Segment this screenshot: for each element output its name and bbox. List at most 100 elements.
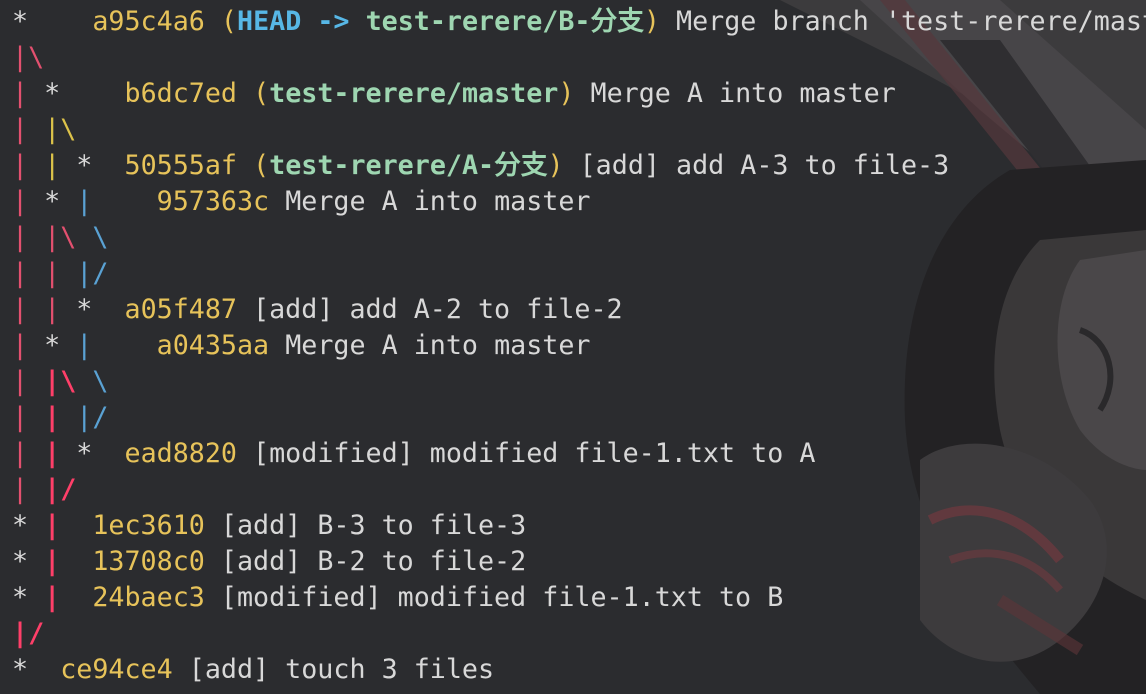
graph-edge: |/ — [76, 402, 109, 433]
graph-edge: | — [12, 114, 45, 145]
commit-hash: a05f487 — [124, 294, 237, 325]
commit-graph: * — [12, 6, 76, 37]
commit-line: | | * a05f487 [add] add A-2 to file-2 — [12, 292, 623, 328]
commit-graph: |\ — [12, 42, 44, 73]
graph-edge: | — [12, 330, 45, 361]
commit-graph: | | |/ — [12, 402, 108, 433]
commit-node: * — [44, 186, 77, 217]
graph-edge: | — [44, 258, 77, 289]
branch-ref: test-rerere/B-分支 — [365, 6, 644, 37]
graph-edge: | — [44, 546, 77, 577]
commit-line: | | * ead8820 [modified] modified file-1… — [12, 436, 815, 472]
graph-edge — [28, 6, 76, 37]
graph-edge: |/ — [44, 474, 77, 505]
graph-edge: | — [12, 150, 45, 181]
graph-edge: | — [12, 438, 45, 469]
graph-edge: | — [44, 510, 77, 541]
graph-edge: |\ — [44, 114, 77, 145]
commit-node: * — [76, 438, 109, 469]
graph-edge: | — [44, 402, 77, 433]
refs-close-paren: ) — [547, 150, 564, 181]
graph-edge: | — [12, 78, 45, 109]
graph-line: | |\ — [12, 112, 76, 148]
graph-edge: | — [12, 258, 45, 289]
graph-edge: | — [12, 222, 45, 253]
graph-edge: | — [12, 402, 45, 433]
graph-edge: | — [12, 366, 45, 397]
commit-graph: |/ — [12, 618, 44, 649]
refs-close-paren: ) — [558, 78, 575, 109]
commit-message: [add] B-2 to file-2 — [204, 546, 527, 577]
graph-line: |\ — [12, 40, 44, 76]
commit-line: | | * 50555af (test-rerere/A-分支) [add] a… — [12, 148, 949, 184]
commit-node: * — [44, 78, 61, 109]
graph-edge: | — [12, 474, 45, 505]
graph-edge: | — [12, 294, 45, 325]
graph-edge: | — [44, 294, 77, 325]
commit-line: | * | 957363c Merge A into master — [12, 184, 590, 220]
refs-close-paren: ) — [643, 6, 660, 37]
commit-node: * — [12, 6, 29, 37]
graph-line: | | |/ — [12, 400, 108, 436]
commit-hash: 957363c — [156, 186, 270, 217]
commit-node: * — [12, 510, 45, 541]
commit-message: Merge branch 'test-rerere/mast — [659, 6, 1146, 37]
graph-edge: \ — [92, 222, 109, 253]
commit-message: Merge A into master — [269, 186, 591, 217]
git-log-terminal: * a95c4a6 (HEAD -> test-rerere/B-分支) Mer… — [0, 0, 1146, 694]
graph-edge: |/ — [12, 618, 45, 649]
commit-line: | * b6dc7ed (test-rerere/master) Merge A… — [12, 76, 896, 112]
commit-graph: | |\ — [12, 114, 76, 145]
commit-message: [add] add A-2 to file-2 — [236, 294, 623, 325]
refs-open-paren: ( — [253, 150, 270, 181]
graph-edge: |\ — [44, 222, 93, 253]
commit-message: [add] B-3 to file-3 — [204, 510, 527, 541]
commit-node: * — [76, 294, 109, 325]
commit-message: [add] touch 3 files — [172, 654, 495, 685]
refs-open-paren: ( — [253, 78, 270, 109]
graph-line: | |\ \ — [12, 220, 108, 256]
graph-edge: | — [76, 330, 141, 361]
commit-message: [modified] modified file-1.txt to B — [204, 582, 784, 613]
commit-graph: * | — [12, 582, 76, 613]
graph-line: | |\ \ — [12, 364, 108, 400]
commit-hash: 13708c0 — [92, 546, 205, 577]
commit-line: * | 13708c0 [add] B-2 to file-2 — [12, 544, 526, 580]
commit-line: * a95c4a6 (HEAD -> test-rerere/B-分支) Mer… — [12, 4, 1146, 40]
commit-graph: | |\ \ — [12, 366, 108, 397]
commit-graph: * | — [12, 546, 76, 577]
commit-graph: | | |/ — [12, 258, 108, 289]
graph-edge: |\ — [44, 366, 93, 397]
commit-node: * — [12, 582, 45, 613]
graph-edge: | — [44, 582, 77, 613]
graph-edge: | — [76, 186, 141, 217]
graph-edge: | — [44, 150, 77, 181]
commit-graph: | | * — [12, 294, 108, 325]
commit-graph: | | * — [12, 150, 108, 181]
branch-ref: test-rerere/A-分支 — [269, 150, 548, 181]
commit-message: [modified] modified file-1.txt to A — [236, 438, 816, 469]
commit-message: [add] add A-3 to file-3 — [563, 150, 950, 181]
commit-message: Merge A into master — [574, 78, 896, 109]
commit-graph: | * — [12, 78, 108, 109]
graph-edge: |/ — [76, 258, 109, 289]
commit-graph: * — [12, 654, 44, 685]
commit-hash: 24baec3 — [92, 582, 205, 613]
head-arrow: -> — [301, 6, 366, 37]
graph-line: | | |/ — [12, 256, 108, 292]
commit-hash: 50555af — [124, 150, 237, 181]
commit-graph: * | — [12, 510, 76, 541]
commit-line: * | 1ec3610 [add] B-3 to file-3 — [12, 508, 526, 544]
graph-line: |/ — [12, 616, 44, 652]
commit-hash: ead8820 — [124, 438, 237, 469]
branch-ref: test-rerere/master — [269, 78, 559, 109]
commit-line: * ce94ce4 [add] touch 3 files — [12, 652, 494, 688]
commit-graph: | * | — [12, 186, 141, 217]
commit-graph: | |/ — [12, 474, 76, 505]
commit-node: * — [12, 654, 45, 685]
commit-hash: 1ec3610 — [92, 510, 205, 541]
commit-graph: | * | — [12, 330, 141, 361]
commit-node: * — [44, 330, 77, 361]
commit-node: * — [12, 546, 45, 577]
graph-edge: | — [44, 438, 77, 469]
